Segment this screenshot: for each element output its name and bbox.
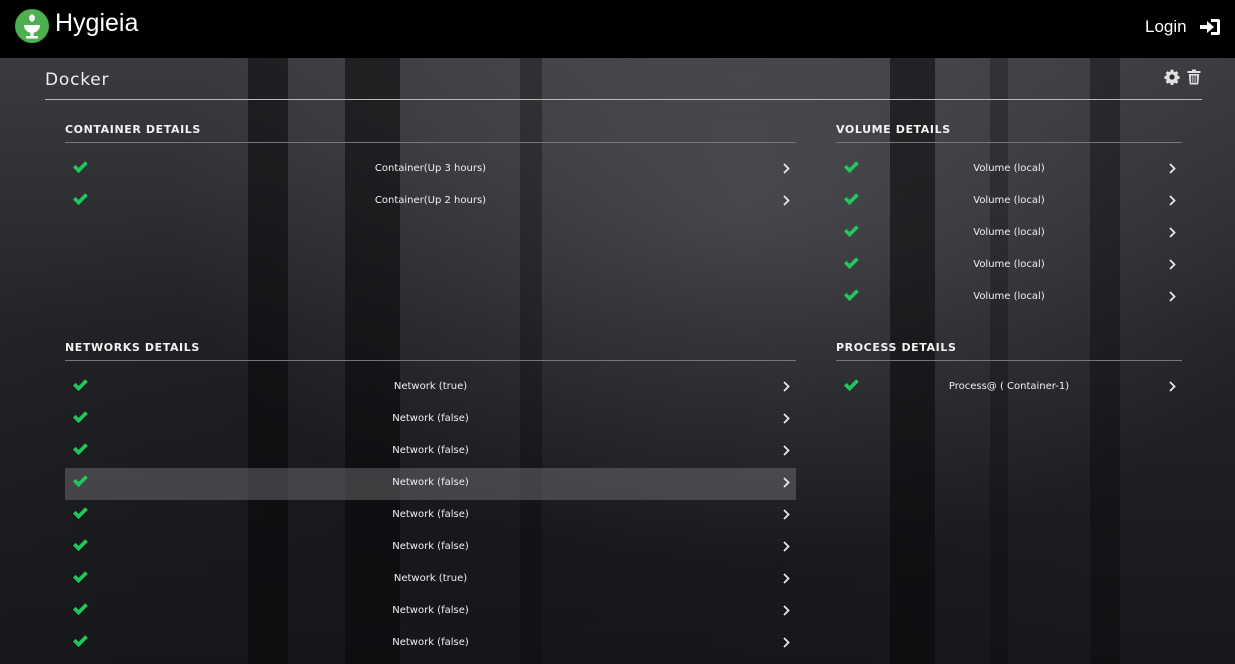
trash-icon[interactable] xyxy=(1187,69,1201,85)
chevron-right-icon[interactable] xyxy=(783,413,790,424)
network-row[interactable]: Network (false) xyxy=(65,468,796,500)
container-row[interactable]: Container(Up 3 hours) xyxy=(65,154,796,186)
row-label: Network (false) xyxy=(392,509,469,520)
row-label: Network (false) xyxy=(392,445,469,456)
chevron-right-icon[interactable] xyxy=(1169,195,1176,206)
volume-row[interactable]: Volume (local) xyxy=(836,282,1182,314)
row-label: Network (true) xyxy=(393,573,468,584)
volume-row[interactable]: Volume (local) xyxy=(836,186,1182,218)
network-row[interactable]: Network (false) xyxy=(65,500,796,532)
hygieia-logo-icon[interactable] xyxy=(14,8,50,44)
section-divider xyxy=(65,142,796,143)
section-divider xyxy=(836,360,1182,361)
chevron-right-icon[interactable] xyxy=(783,541,790,552)
chevron-right-icon[interactable] xyxy=(783,573,790,584)
container-details-panel: CONTAINER DETAILS Container(Up 3 hours) C… xyxy=(65,122,796,218)
chevron-right-icon[interactable] xyxy=(783,477,790,488)
chevron-right-icon[interactable] xyxy=(783,509,790,520)
container-row[interactable]: Container(Up 2 hours) xyxy=(65,186,796,218)
network-row[interactable]: Network (true) xyxy=(65,564,796,596)
volume-row[interactable]: Volume (local) xyxy=(836,218,1182,250)
network-row[interactable]: Network (false) xyxy=(65,596,796,628)
sign-in-icon[interactable] xyxy=(1199,17,1221,37)
chevron-right-icon[interactable] xyxy=(1169,259,1176,270)
row-label: Network (false) xyxy=(392,541,469,552)
network-row[interactable]: Network (false) xyxy=(65,628,796,660)
networks-details-heading: NETWORKS DETAILS xyxy=(65,341,200,354)
network-row[interactable]: Network (false) xyxy=(65,436,796,468)
process-row[interactable]: Process@ ( Container-1) xyxy=(836,372,1182,404)
row-label: Volume (local) xyxy=(973,259,1045,270)
chevron-right-icon[interactable] xyxy=(783,381,790,392)
process-details-panel: PROCESS DETAILS Process@ ( Container-1) xyxy=(836,340,1182,404)
chevron-right-icon[interactable] xyxy=(1169,163,1176,174)
row-label: Container(Up 3 hours) xyxy=(374,163,487,174)
login-link[interactable]: Login xyxy=(1145,17,1187,37)
chevron-right-icon[interactable] xyxy=(1169,381,1176,392)
network-row[interactable]: Network (false) xyxy=(65,404,796,436)
network-row[interactable]: Network (true) xyxy=(65,372,796,404)
row-label: Network (false) xyxy=(392,477,469,488)
volume-row[interactable]: Volume (local) xyxy=(836,250,1182,282)
top-navbar: Hygieia Login xyxy=(0,0,1235,58)
brand-name[interactable]: Hygieia xyxy=(55,9,138,38)
process-details-heading: PROCESS DETAILS xyxy=(836,341,957,354)
row-label: Network (true) xyxy=(393,381,468,392)
networks-details-panel: NETWORKS DETAILS Network (true) Network (… xyxy=(65,340,796,660)
title-divider xyxy=(45,99,1202,100)
container-details-heading: CONTAINER DETAILS xyxy=(65,123,201,136)
row-label: Volume (local) xyxy=(973,291,1045,302)
row-label: Container(Up 2 hours) xyxy=(374,195,487,206)
network-row[interactable]: Network (false) xyxy=(65,532,796,564)
gear-icon[interactable] xyxy=(1164,69,1180,85)
chevron-right-icon[interactable] xyxy=(783,195,790,206)
row-label: Network (false) xyxy=(392,605,469,616)
chevron-right-icon[interactable] xyxy=(783,445,790,456)
chevron-right-icon[interactable] xyxy=(783,163,790,174)
section-divider xyxy=(836,142,1182,143)
row-label: Volume (local) xyxy=(973,227,1045,238)
row-label: Network (false) xyxy=(392,413,469,424)
row-label: Volume (local) xyxy=(973,195,1045,206)
volume-row[interactable]: Volume (local) xyxy=(836,154,1182,186)
chevron-right-icon[interactable] xyxy=(1169,291,1176,302)
volume-details-panel: VOLUME DETAILS Volume (local) Volume (loc… xyxy=(836,122,1182,314)
row-label: Network (false) xyxy=(392,637,469,648)
row-label: Process@ ( Container-1) xyxy=(948,381,1070,392)
chevron-right-icon[interactable] xyxy=(783,637,790,648)
chevron-right-icon[interactable] xyxy=(783,605,790,616)
page-title: Docker xyxy=(45,70,110,90)
volume-details-heading: VOLUME DETAILS xyxy=(836,123,951,136)
row-label: Volume (local) xyxy=(973,163,1045,174)
chevron-right-icon[interactable] xyxy=(1169,227,1176,238)
section-divider xyxy=(65,360,796,361)
